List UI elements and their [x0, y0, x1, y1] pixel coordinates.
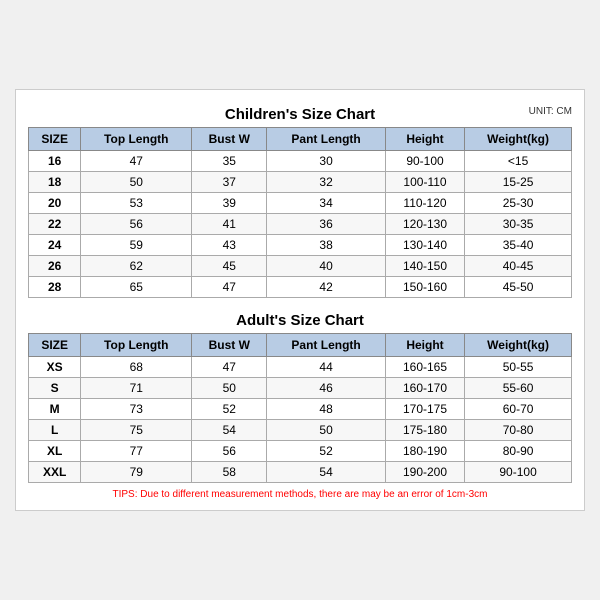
table-row: XL775652180-19080-90 [29, 441, 572, 462]
table-row: 28654742150-16045-50 [29, 277, 572, 298]
adult-col-header-size: SIZE [29, 334, 81, 357]
col-header-pant-length: Pant Length [267, 128, 386, 151]
unit-label: UNIT: CM [529, 106, 572, 117]
children-title-text: Children's Size Chart [225, 106, 375, 123]
table-row: S715046160-17055-60 [29, 378, 572, 399]
children-table-body: 1647353090-100<1518503732100-11015-25205… [29, 151, 572, 298]
table-row: XXL795854190-20090-100 [29, 462, 572, 483]
adults-table-body: XS684744160-16550-55S715046160-17055-60M… [29, 357, 572, 483]
children-section-title: Children's Size Chart UNIT: CM [28, 100, 572, 127]
children-size-table: SIZE Top Length Bust W Pant Length Heigh… [28, 127, 572, 298]
table-row: 22564136120-13030-35 [29, 214, 572, 235]
col-header-height: Height [385, 128, 464, 151]
adult-col-header-top-length: Top Length [81, 334, 192, 357]
adults-title-text: Adult's Size Chart [236, 312, 364, 329]
table-row: XS684744160-16550-55 [29, 357, 572, 378]
adult-col-header-height: Height [385, 334, 464, 357]
tips-text: TIPS: Due to different measurement metho… [28, 489, 572, 500]
col-header-weight: Weight(kg) [465, 128, 572, 151]
col-header-size: SIZE [29, 128, 81, 151]
col-header-bust-w: Bust W [192, 128, 267, 151]
col-header-top-length: Top Length [81, 128, 192, 151]
adults-section-title: Adult's Size Chart [28, 306, 572, 333]
adults-header-row: SIZE Top Length Bust W Pant Length Heigh… [29, 334, 572, 357]
table-row: 18503732100-11015-25 [29, 172, 572, 193]
table-row: M735248170-17560-70 [29, 399, 572, 420]
adults-size-table: SIZE Top Length Bust W Pant Length Heigh… [28, 333, 572, 483]
adult-col-header-pant-length: Pant Length [267, 334, 386, 357]
table-row: 24594338130-14035-40 [29, 235, 572, 256]
table-row: 26624540140-15040-45 [29, 256, 572, 277]
table-row: 1647353090-100<15 [29, 151, 572, 172]
adult-col-header-bust-w: Bust W [192, 334, 267, 357]
table-row: L755450175-18070-80 [29, 420, 572, 441]
children-header-row: SIZE Top Length Bust W Pant Length Heigh… [29, 128, 572, 151]
size-chart-container: Children's Size Chart UNIT: CM SIZE Top … [15, 89, 585, 511]
adult-col-header-weight: Weight(kg) [465, 334, 572, 357]
table-row: 20533934110-12025-30 [29, 193, 572, 214]
